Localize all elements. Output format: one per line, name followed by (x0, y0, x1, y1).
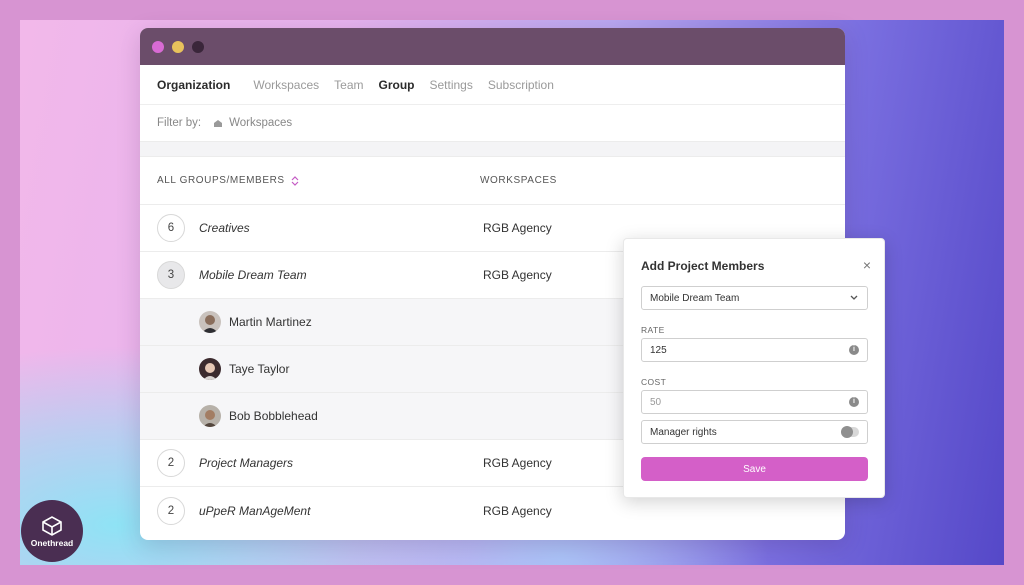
group-select[interactable]: Mobile Dream Team (641, 286, 868, 310)
building-icon (214, 119, 223, 127)
minimize-window-dot[interactable] (172, 40, 184, 53)
avatar (199, 405, 221, 427)
member-name[interactable]: Taye Taylor (229, 362, 289, 376)
sort-icon[interactable] (291, 175, 299, 186)
avatar (199, 311, 221, 333)
group-name[interactable]: Project Managers (199, 456, 483, 470)
section-divider (140, 141, 845, 157)
manager-rights-toggle[interactable] (841, 426, 859, 438)
chevron-down-icon (850, 295, 858, 300)
group-name[interactable]: Creatives (199, 221, 483, 235)
avatar (199, 358, 221, 380)
nav-organization[interactable]: Organization (157, 78, 230, 92)
nav-group[interactable]: Group (379, 78, 415, 92)
title-bar (140, 28, 845, 65)
rate-label: RATE (641, 325, 665, 335)
nav-subscription[interactable]: Subscription (488, 78, 554, 92)
group-workspace: RGB Agency (483, 456, 552, 470)
group-select-value: Mobile Dream Team (650, 292, 740, 304)
info-icon[interactable]: i (849, 397, 859, 407)
filter-bar: Filter by: Workspaces (140, 105, 845, 141)
brand-name: Onethread (30, 538, 74, 548)
onethread-logo: Onethread (21, 500, 83, 562)
member-name[interactable]: Martin Martinez (229, 315, 312, 329)
member-count-badge[interactable]: 2 (157, 449, 185, 477)
group-workspace: RGB Agency (483, 503, 552, 518)
add-project-members-dialog: Add Project Members × Mobile Dream Team … (623, 238, 885, 498)
cost-value: 50 (650, 396, 662, 408)
member-count-badge[interactable]: 3 (157, 261, 185, 289)
group-name[interactable]: Mobile Dream Team (199, 268, 483, 282)
top-nav: Organization Workspaces Team Group Setti… (140, 65, 845, 105)
rate-value: 125 (650, 344, 667, 356)
filter-workspaces-chip[interactable]: Workspaces (213, 117, 292, 129)
cost-label: COST (641, 377, 667, 387)
group-name[interactable]: uPpeR ManAgeMent (199, 504, 483, 518)
close-icon[interactable]: × (863, 257, 871, 273)
logo-mark-icon (42, 516, 62, 536)
member-count-badge[interactable]: 6 (157, 214, 185, 242)
column-groups-label: ALL GROUPS/MEMBERS (157, 175, 285, 186)
nav-workspaces[interactable]: Workspaces (253, 78, 319, 92)
member-count-badge[interactable]: 2 (157, 496, 185, 525)
filter-chip-label: Workspaces (229, 117, 293, 129)
column-header-groups[interactable]: ALL GROUPS/MEMBERS (157, 175, 480, 186)
nav-settings[interactable]: Settings (430, 78, 473, 92)
close-window-dot[interactable] (152, 40, 164, 53)
table-header: ALL GROUPS/MEMBERS WORKSPACES (140, 157, 845, 205)
group-workspace: RGB Agency (483, 268, 552, 282)
manager-rights-label: Manager rights (650, 426, 717, 438)
dialog-title: Add Project Members (641, 259, 765, 273)
rate-input[interactable]: 125 i (641, 338, 868, 362)
cost-input[interactable]: 50 i (641, 390, 868, 414)
manager-rights-field: Manager rights (641, 420, 868, 444)
group-workspace: RGB Agency (483, 221, 552, 235)
nav-team[interactable]: Team (334, 78, 363, 92)
maximize-window-dot[interactable] (192, 40, 204, 53)
save-button[interactable]: Save (641, 457, 868, 481)
filter-label: Filter by: (157, 117, 202, 129)
member-name[interactable]: Bob Bobblehead (229, 409, 318, 423)
info-icon[interactable]: i (849, 345, 859, 355)
column-header-workspaces[interactable]: WORKSPACES (480, 175, 557, 186)
